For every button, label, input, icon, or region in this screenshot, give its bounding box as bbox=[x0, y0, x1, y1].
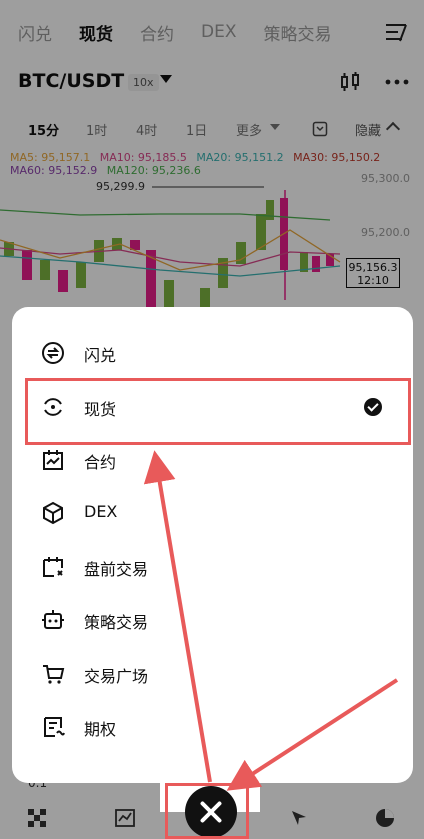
options-doc-icon bbox=[44, 717, 65, 737]
highlight-spot-item bbox=[25, 378, 411, 445]
menu-item-strategy[interactable]: 策略交易 bbox=[12, 595, 413, 643]
bot-icon bbox=[42, 610, 64, 629]
highlight-close-button bbox=[165, 783, 249, 839]
menu-item-dex[interactable]: DEX bbox=[12, 488, 413, 536]
menu-item-label: 合约 bbox=[84, 453, 117, 472]
swap-circle-icon bbox=[42, 342, 64, 364]
menu-item-label: 期权 bbox=[84, 720, 117, 739]
menu-item-label: 交易广场 bbox=[84, 667, 149, 686]
contract-calendar-icon bbox=[43, 450, 63, 470]
cube-icon bbox=[43, 501, 63, 525]
menu-item-flash-swap[interactable]: 闪兑 bbox=[12, 328, 413, 376]
menu-item-label: DEX bbox=[84, 502, 118, 521]
menu-item-label: 策略交易 bbox=[84, 613, 149, 632]
cart-icon bbox=[43, 665, 65, 684]
menu-item-label: 闪兑 bbox=[84, 346, 117, 365]
menu-item-trade-plaza[interactable]: 交易广场 bbox=[12, 649, 413, 697]
menu-item-options[interactable]: 期权 bbox=[12, 702, 413, 750]
menu-item-label: 盘前交易 bbox=[84, 560, 149, 579]
premarket-calendar-icon bbox=[43, 557, 63, 577]
menu-item-premarket[interactable]: 盘前交易 bbox=[12, 542, 413, 590]
